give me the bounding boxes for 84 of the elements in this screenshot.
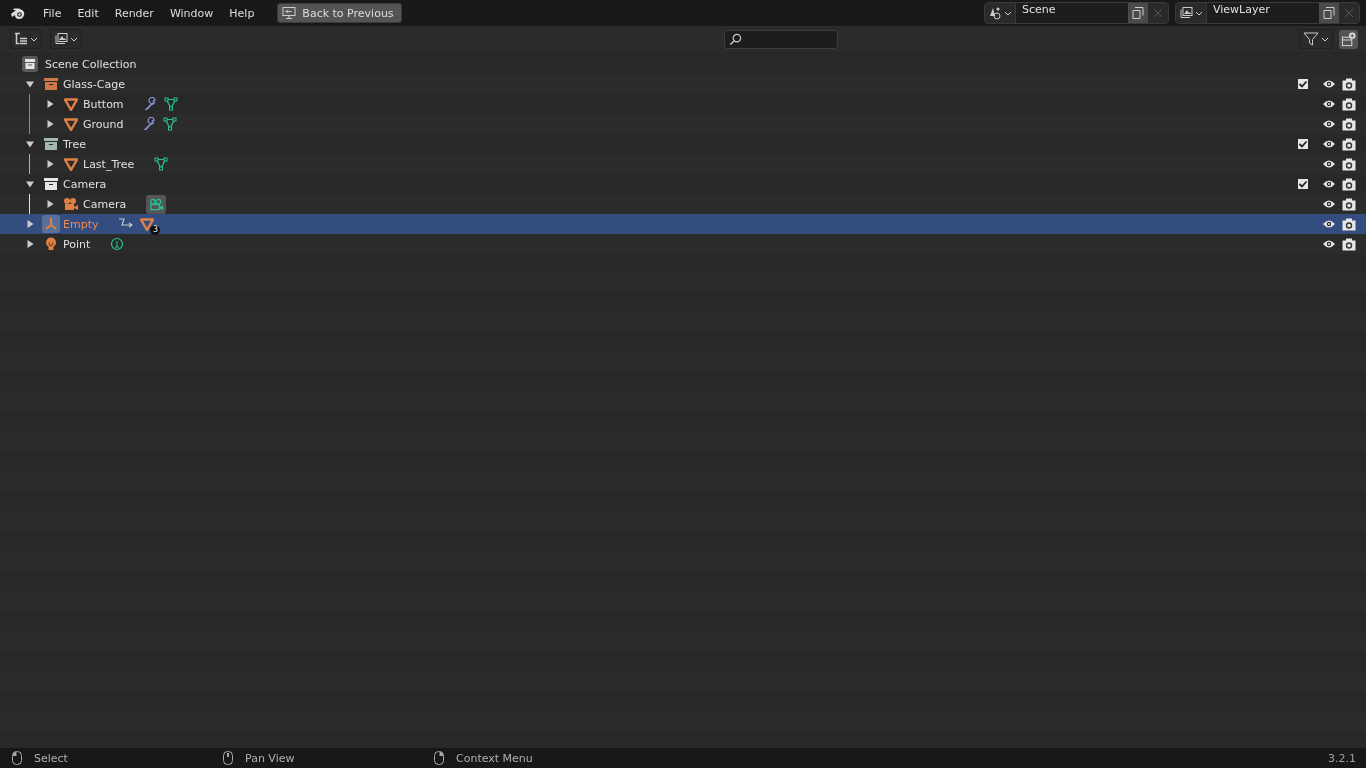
disclosure-triangle-icon[interactable] — [26, 80, 34, 88]
screen-back-icon — [282, 6, 297, 20]
search-icon — [728, 32, 742, 46]
status-hint: Context Menu — [456, 751, 533, 765]
funnel-icon — [1303, 31, 1319, 47]
light-bulb-icon — [44, 237, 58, 251]
chevron-icon — [1321, 36, 1329, 42]
search-field[interactable] — [723, 29, 838, 49]
triangle-mesh-icon — [64, 157, 78, 171]
checkbox[interactable] — [1298, 139, 1308, 149]
collection-icon — [22, 56, 38, 72]
mouse-icon — [223, 751, 233, 765]
mesh-vertices-icon[interactable] — [163, 117, 178, 131]
back-to-previous-button[interactable]: Back to Previous — [277, 3, 402, 23]
camera-icon[interactable] — [1342, 197, 1356, 211]
camera-data-button[interactable] — [146, 194, 167, 214]
eye-icon[interactable] — [1322, 219, 1336, 229]
outliner-item-name[interactable]: Camera — [63, 177, 107, 191]
chevron-icon — [30, 36, 38, 42]
outliner-item-name[interactable]: Last_Tree — [83, 157, 135, 171]
eye-icon[interactable] — [1322, 159, 1336, 169]
triangle-mesh-icon — [64, 97, 78, 111]
outliner-item-name[interactable]: Tree — [63, 137, 86, 151]
version-label: 3.2.1 — [1328, 751, 1356, 765]
mouse-icon — [12, 751, 22, 765]
outliner-item-name[interactable]: Point — [63, 237, 91, 251]
mouse-icon — [434, 751, 444, 765]
menu-item[interactable]: Window — [161, 6, 222, 20]
wrench-icon[interactable] — [143, 117, 158, 131]
filter-dropdown[interactable] — [1299, 29, 1333, 49]
eye-icon[interactable] — [1322, 79, 1336, 89]
outliner-tree-icon — [14, 32, 28, 46]
disclosure-triangle-icon[interactable] — [26, 140, 34, 148]
display-mode-dropdown[interactable] — [10, 29, 42, 49]
menu-item[interactable]: Edit — [69, 6, 107, 20]
eye-icon[interactable] — [1322, 199, 1336, 209]
chevron-icon — [70, 36, 78, 42]
eye-icon[interactable] — [1322, 139, 1336, 149]
camera-icon[interactable] — [1342, 117, 1356, 131]
disclosure-triangle-icon[interactable] — [46, 160, 54, 168]
disclosure-triangle-icon[interactable] — [26, 240, 34, 248]
eye-icon[interactable] — [1322, 99, 1336, 109]
camera-icon[interactable] — [1342, 137, 1356, 151]
axes-icon — [44, 217, 58, 231]
mesh-vertices-icon[interactable] — [163, 97, 178, 111]
movie-camera-icon — [63, 197, 79, 211]
camera-icon[interactable] — [1342, 217, 1356, 231]
outliner-item-name[interactable]: Camera — [83, 197, 127, 211]
camera-icon[interactable] — [1342, 237, 1356, 251]
menu-item[interactable]: Help — [221, 6, 263, 20]
mesh-vertices-icon[interactable] — [154, 157, 169, 171]
triangle-mesh-icon — [64, 117, 78, 131]
disclosure-triangle-icon[interactable] — [46, 100, 54, 108]
disclosure-triangle-icon[interactable] — [26, 220, 34, 228]
blender-logo-icon[interactable] — [10, 6, 26, 20]
checkbox[interactable] — [1298, 179, 1308, 189]
menu-item[interactable]: File — [35, 6, 70, 20]
count-badge: 3 — [150, 224, 161, 235]
status-hint: Select — [34, 751, 68, 765]
image-stack-icon — [54, 32, 68, 46]
outliner-item-name[interactable]: Buttom — [83, 97, 124, 111]
scene-collection-label[interactable]: Scene Collection — [45, 57, 137, 71]
eye-icon[interactable] — [1322, 179, 1336, 189]
disclosure-triangle-icon[interactable] — [46, 200, 54, 208]
disclosure-triangle-icon[interactable] — [26, 180, 34, 188]
camera-icon[interactable] — [1342, 177, 1356, 191]
outliner-item-name[interactable]: Ground — [83, 117, 124, 131]
wrench-icon[interactable] — [143, 97, 158, 111]
new-collection-button[interactable] — [1339, 29, 1358, 49]
camera-icon[interactable] — [1342, 157, 1356, 171]
tree-line — [29, 154, 30, 174]
menu-item[interactable]: Render — [106, 6, 162, 20]
checkbox[interactable] — [1298, 79, 1308, 89]
eye-icon[interactable] — [1322, 239, 1336, 249]
camera-icon[interactable] — [1342, 97, 1356, 111]
status-hint: Pan View — [245, 751, 295, 765]
tree-line — [29, 194, 30, 214]
eye-icon[interactable] — [1322, 119, 1336, 129]
outliner-item-name[interactable]: Glass-Cage — [63, 77, 125, 91]
disclosure-triangle-icon[interactable] — [46, 120, 54, 128]
view-layer-filter-dropdown[interactable] — [50, 29, 82, 49]
triangle-mesh-icon[interactable] — [140, 217, 155, 231]
light-pin-icon[interactable] — [110, 237, 125, 251]
camera-icon[interactable] — [1342, 77, 1356, 91]
